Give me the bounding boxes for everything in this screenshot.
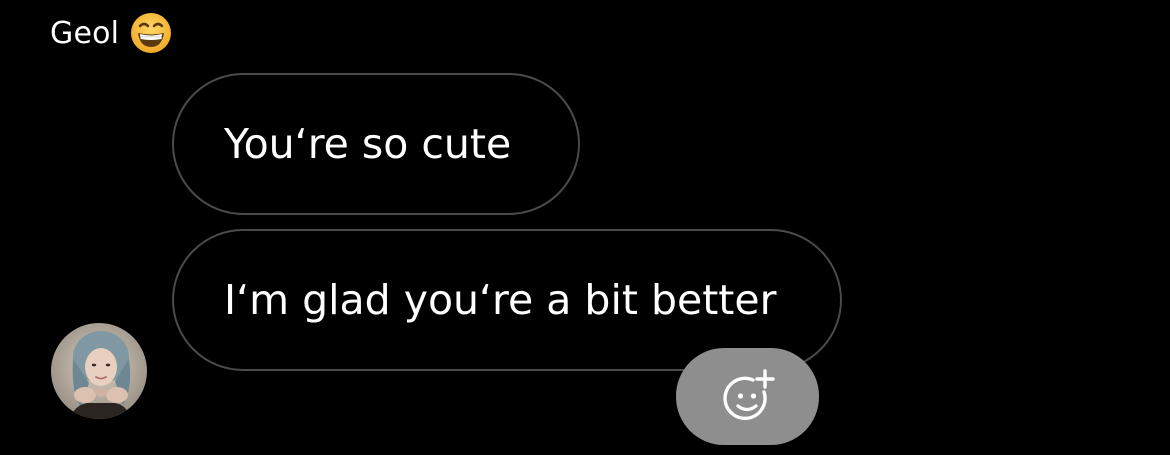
add-reaction-smiley-icon	[722, 368, 775, 420]
sender-name: Geol	[50, 15, 120, 51]
profile-photo	[51, 323, 147, 419]
message-bubble[interactable]: You‘re so cute	[172, 73, 580, 215]
grinning-face-emoji-icon	[129, 11, 173, 55]
sender-header: Geol	[50, 10, 173, 56]
add-reaction-button[interactable]	[676, 348, 819, 445]
avatar[interactable]	[51, 323, 147, 419]
message-text: I‘m glad you‘re a bit better	[224, 276, 777, 324]
message-text: You‘re so cute	[224, 120, 512, 168]
